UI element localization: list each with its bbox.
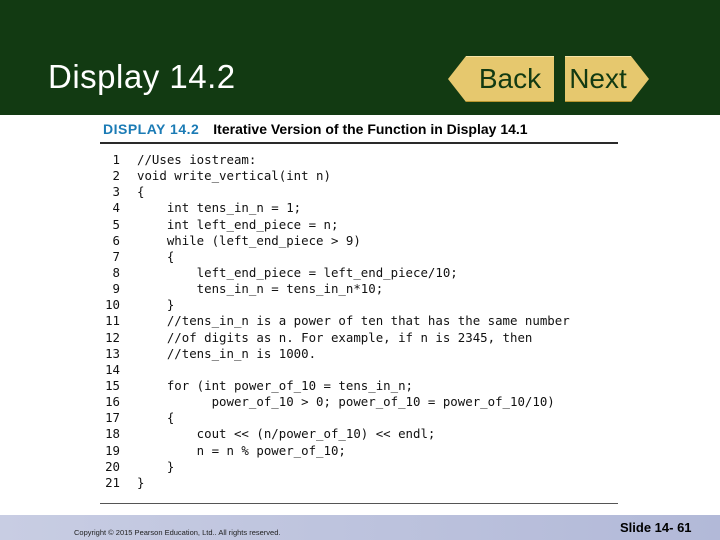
code-text: int left_end_piece = n; (137, 216, 339, 232)
slide-number: Slide 14- 61 (620, 520, 692, 535)
line-number: 10 (105, 297, 120, 313)
code-text: { (137, 184, 145, 200)
code-line: 20 } (104, 459, 570, 475)
display-caption-label: DISPLAY 14.2 (103, 121, 200, 137)
line-number: 9 (112, 281, 120, 297)
code-line: 6 while (left_end_piece > 9) (104, 233, 570, 249)
code-text: cout << (n/power_of_10) << endl; (137, 426, 436, 442)
slide-title: Display 14.2 (48, 58, 236, 95)
code-line: 4 int tens_in_n = 1; (104, 200, 570, 216)
code-line: 13 //tens_in_n is 1000. (104, 346, 570, 362)
code-text: void write_vertical(int n) (137, 168, 331, 184)
code-line: 21} (104, 475, 570, 491)
code-line: 1 //Uses iostream: (104, 152, 570, 168)
line-number: 5 (112, 216, 120, 232)
code-text: while (left_end_piece > 9) (137, 232, 361, 248)
code-text: n = n % power_of_10; (137, 442, 346, 458)
line-number: 20 (105, 458, 120, 474)
code-text: //tens_in_n is a power of ten that has t… (137, 313, 570, 329)
code-line: 10 } (104, 297, 570, 313)
code-line: 14 (104, 362, 570, 378)
code-text: //Uses iostream: (137, 152, 257, 167)
code-line: 19 n = n % power_of_10; (104, 443, 570, 459)
code-text: for (int power_of_10 = tens_in_n; (137, 377, 414, 393)
line-number: 21 (105, 474, 120, 490)
line-number: 7 (112, 248, 120, 264)
code-line: 9 tens_in_n = tens_in_n*10; (104, 281, 570, 297)
code-text: left_end_piece = left_end_piece/10; (137, 264, 458, 280)
line-number: 2 (112, 168, 120, 184)
line-number: 13 (105, 345, 120, 361)
code-text: power_of_10 > 0; power_of_10 = power_of_… (137, 394, 555, 410)
line-number: 6 (112, 232, 120, 248)
code-line: 17 { (104, 410, 570, 426)
code-line: 12 //of digits as n. For example, if n i… (104, 330, 570, 346)
code-line: 8 left_end_piece = left_end_piece/10; (104, 265, 570, 281)
code-line: 18 cout << (n/power_of_10) << endl; (104, 426, 570, 442)
code-text: { (137, 410, 175, 426)
code-text: //tens_in_n is 1000. (137, 345, 317, 361)
back-button[interactable]: Back (448, 56, 554, 102)
display-caption: DISPLAY 14.2 Iterative Version of the Fun… (103, 121, 528, 137)
display-caption-text: Iterative Version of the Function in Dis… (213, 121, 528, 137)
copyright-text: Copyright © 2015 Pearson Education, Ltd.… (74, 528, 281, 537)
line-number: 4 (112, 200, 120, 216)
line-number: 12 (105, 329, 120, 345)
line-number: 8 (112, 264, 120, 280)
code-listing: 1 //Uses iostream: 2 void write_vertical(in… (104, 152, 570, 491)
code-text: int tens_in_n = 1; (137, 200, 302, 216)
code-text: { (137, 248, 175, 264)
line-number: 14 (105, 361, 120, 377)
line-number: 16 (105, 394, 120, 410)
code-text: tens_in_n = tens_in_n*10; (137, 281, 384, 297)
line-number: 19 (105, 442, 120, 458)
line-number: 17 (105, 410, 120, 426)
line-number: 18 (105, 426, 120, 442)
code-line: 11 //tens_in_n is a power of ten that ha… (104, 313, 570, 329)
code-text: //of digits as n. For example, if n is 2… (137, 329, 533, 345)
line-number: 3 (112, 184, 120, 200)
caption-divider (100, 142, 618, 144)
code-line: 5 int left_end_piece = n; (104, 217, 570, 233)
back-button-label: Back (466, 56, 554, 102)
listing-bottom-divider (100, 503, 618, 504)
code-line: 2 void write_vertical(int n) (104, 168, 570, 184)
next-button[interactable]: Next (565, 56, 649, 102)
code-line: 7 { (104, 249, 570, 265)
code-text: } (137, 474, 145, 490)
arrow-right-icon (631, 56, 649, 102)
code-text: } (137, 458, 175, 474)
line-number: 1 (112, 152, 120, 167)
line-number: 11 (105, 313, 120, 329)
code-line: 15 for (int power_of_10 = tens_in_n; (104, 378, 570, 394)
code-text: } (137, 297, 175, 313)
arrow-left-icon (448, 56, 466, 102)
code-line: 16 power_of_10 > 0; power_of_10 = power_… (104, 394, 570, 410)
line-number: 15 (105, 377, 120, 393)
next-button-label: Next (565, 56, 631, 102)
code-line: 3{ (104, 184, 570, 200)
